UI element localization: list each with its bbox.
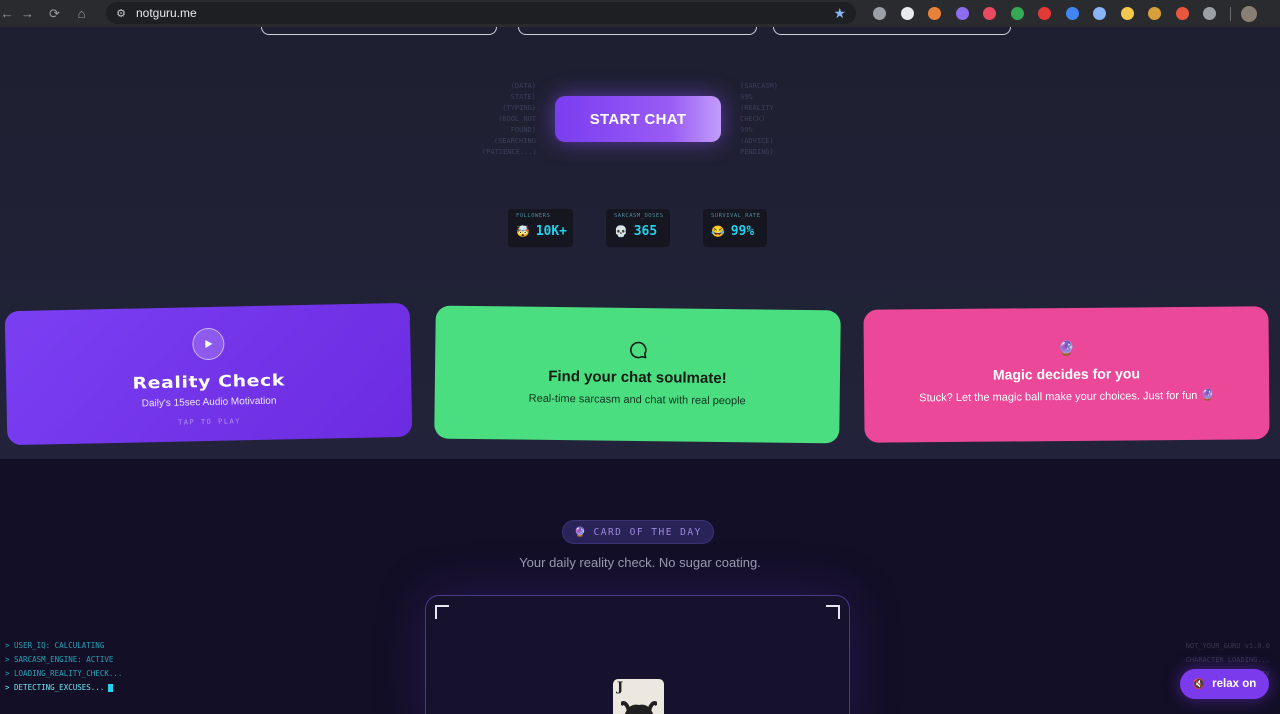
jester-hat-icon [621, 701, 657, 714]
extension-icon[interactable] [949, 0, 977, 27]
reality-check-card[interactable]: Reality Check Daily's 15sec Audio Motiva… [4, 302, 413, 446]
daily-card-frame[interactable]: J [425, 595, 850, 714]
stat-value: 10K+ [535, 224, 568, 239]
stat-label: SURVIVAL_RATE [711, 213, 761, 219]
text-line: (BOOL_NOT [498, 115, 536, 123]
stat-survival-rate: SURVIVAL_RATE 😂 99% [703, 209, 767, 247]
text-line: CHECK) [740, 115, 766, 123]
extension-icon[interactable] [866, 0, 894, 27]
magic-decides-subtitle: Stuck? Let the magic ball make your choi… [919, 389, 1215, 405]
chat-soulmate-card[interactable]: Find your chat soulmate! Real-time sarca… [434, 305, 841, 444]
chat-bubble-icon [629, 341, 647, 359]
extension-icon[interactable] [1114, 0, 1142, 27]
top-card-frame [261, 27, 497, 35]
url-text[interactable]: notguru.me [136, 6, 197, 20]
toolbar-divider [1229, 6, 1231, 21]
mind-blown-icon: 🤯 [516, 226, 530, 238]
hero-section: (DATA) STATE) (TYPING) (BOOL_NOT FOUND) (SEAR… [0, 27, 1280, 459]
relax-label: relax on [1212, 678, 1257, 690]
extension-icon[interactable] [1059, 0, 1087, 27]
start-chat-button[interactable]: START CHAT [555, 96, 721, 142]
card-letter: J [617, 680, 624, 695]
home-icon[interactable]: ⌂ [68, 0, 95, 27]
chat-soulmate-subtitle: Real-time sarcasm and chat with real peo… [528, 392, 746, 408]
text-line: (SARCASM) [740, 82, 778, 90]
text-line: FOUND) [510, 126, 536, 134]
card-of-the-day-badge: 🔮 CARD OF THE DAY [562, 520, 714, 544]
skull-icon: 💀 [614, 226, 628, 238]
corner-bracket [435, 605, 449, 619]
forward-icon[interactable]: → [14, 0, 41, 27]
laughing-icon: 😂 [711, 226, 725, 238]
play-icon [204, 340, 212, 349]
text-line: CHARACTER LOADING... [1185, 656, 1270, 664]
text-line: > LOADING_REALITY_CHECK... [5, 669, 123, 678]
terminal-log: > USER_IQ: CALCULATING > SARCASM_ENGINE: … [5, 639, 122, 695]
text-line: (REALITY [740, 104, 774, 112]
profile-avatar[interactable] [1240, 5, 1257, 22]
card-of-the-day-label: CARD OF THE DAY [593, 526, 702, 538]
puzzle-extensions-icon[interactable] [1196, 0, 1224, 27]
left-code-text: (DATA) STATE) (TYPING) (BOOL_NOT FOUND) (SEAR… [482, 81, 537, 158]
stat-label: SARCASM_DOSES [614, 213, 664, 219]
top-card-frame [518, 27, 757, 35]
chat-soulmate-title: Find your chat soulmate! [548, 367, 727, 388]
reload-icon[interactable]: ⟳ [41, 0, 68, 27]
play-button[interactable] [191, 327, 225, 361]
text-line: > SARCASM_ENGINE: ACTIVE [5, 655, 114, 664]
extension-icon[interactable] [894, 0, 922, 27]
text-line: (DATA) [510, 82, 536, 90]
muted-speaker-icon: 🔇 [1192, 678, 1206, 690]
magic-decides-card[interactable]: 🔮 Magic decides for you Stuck? Let the m… [863, 306, 1270, 443]
extension-icon[interactable] [1086, 0, 1114, 27]
extension-icon[interactable] [1169, 0, 1197, 27]
magic-decides-title: Magic decides for you [992, 365, 1141, 383]
right-code-text: (SARCASM) 99% (REALITY CHECK) 99% (ADVICE) PEN… [740, 81, 800, 158]
stat-value: 365 [633, 224, 658, 239]
text-line: STATE) [510, 93, 536, 101]
text-line: PENDING) [740, 148, 774, 156]
text-line: > DETECTING_EXCUSES... [5, 681, 122, 695]
stat-value: 99% [730, 224, 755, 239]
crystal-ball-icon: 🔮 [1057, 339, 1076, 357]
page-content: (DATA) STATE) (TYPING) (BOOL_NOT FOUND) (SEAR… [0, 27, 1280, 714]
extension-icon[interactable] [921, 0, 949, 27]
text-line: (ADVICE) [740, 137, 774, 145]
corner-bracket [826, 605, 840, 619]
address-bar[interactable]: ⚙ notguru.me ★ [106, 2, 856, 24]
extension-icon[interactable] [1031, 0, 1059, 27]
extensions-bar [866, 0, 1257, 27]
card-of-the-day-subtitle: Your daily reality check. No sugar coati… [519, 555, 761, 570]
text-line: 99% [740, 93, 753, 101]
site-info-icon[interactable]: ⚙ [112, 4, 130, 22]
stat-sarcasm-doses: SARCASM_DOSES 💀 365 [606, 209, 670, 247]
text-line: NOT_YOUR_GURU v1.0.0 [1185, 642, 1270, 650]
bookmark-star-icon[interactable]: ★ [833, 5, 846, 22]
back-icon[interactable]: ← [0, 0, 14, 27]
text-line: (SEARCHING [493, 137, 536, 145]
extension-icon[interactable] [976, 0, 1004, 27]
reality-check-title: Reality Check [132, 370, 286, 393]
reality-check-subtitle: Daily's 15sec Audio Motivation [141, 395, 277, 410]
terminal-cursor [108, 684, 114, 692]
tap-to-play-label: TAP TO PLAY [177, 417, 242, 427]
top-card-frame [773, 27, 1011, 35]
browser-toolbar: ← → ⟳ ⌂ ⚙ notguru.me ★ [0, 0, 1280, 27]
relax-toggle-button[interactable]: 🔇 relax on [1180, 669, 1269, 699]
text-line: > USER_IQ: CALCULATING [5, 641, 105, 650]
joker-card[interactable]: J [613, 679, 664, 714]
text-line: 99% [740, 126, 753, 134]
extension-icon[interactable] [1004, 0, 1032, 27]
stat-label: FOLLOWERS [516, 213, 551, 219]
extension-icon[interactable] [1141, 0, 1169, 27]
crystal-ball-icon: 🔮 [574, 526, 588, 538]
text-line: (TYPING) [502, 104, 536, 112]
text-line: (PATIENCE...) [482, 148, 537, 156]
stat-followers: FOLLOWERS 🤯 10K+ [508, 209, 573, 247]
